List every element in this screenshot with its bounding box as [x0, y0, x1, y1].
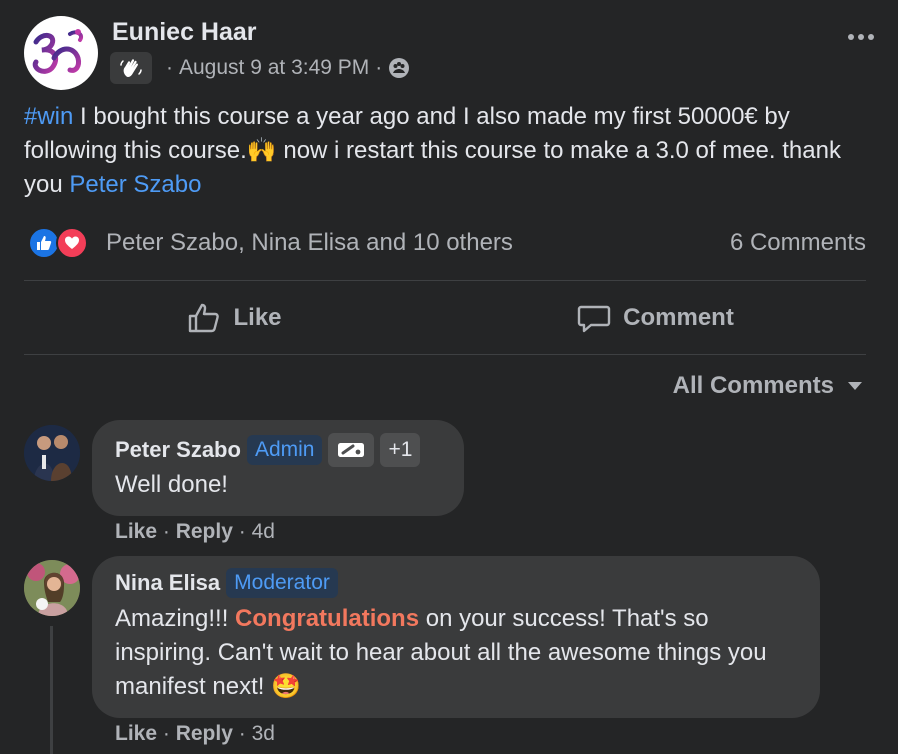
comment-author[interactable]: Nina Elisa	[115, 570, 220, 596]
commenter-avatar[interactable]	[24, 425, 80, 481]
comment-author[interactable]: Peter Szabo	[115, 437, 241, 463]
avatar-photo-icon	[24, 560, 80, 616]
wave-hand-icon[interactable]	[110, 52, 152, 84]
comment-icon	[577, 305, 611, 333]
love-icon	[56, 227, 88, 259]
divider	[24, 354, 866, 355]
comment-age[interactable]: 4d	[252, 520, 275, 543]
post-timestamp[interactable]: August 9 at 3:49 PM	[179, 56, 369, 80]
comment-text: Amazing!!! Congratulations on your succe…	[115, 602, 795, 704]
reactors-text[interactable]: Peter Szabo, Nina Elisa and 10 others	[106, 229, 513, 257]
moderator-badge: Moderator	[226, 568, 338, 598]
extra-badges-count[interactable]: +1	[380, 433, 421, 467]
admin-badge: Admin	[246, 435, 323, 465]
more-options-icon[interactable]	[848, 34, 874, 40]
commenter-avatar[interactable]	[24, 560, 80, 616]
comment-reply-button[interactable]: Reply	[176, 520, 233, 543]
avatar-photo-icon	[24, 425, 80, 481]
highlighted-word: Congratulations	[235, 605, 420, 632]
star-struck-emoji: 🤩	[271, 673, 301, 700]
comment-like-button[interactable]: Like	[115, 520, 157, 543]
post-body: #win I bought this course a year ago and…	[24, 100, 844, 202]
gamepad-badge-icon	[328, 433, 375, 467]
post-meta: · August 9 at 3:49 PM ·	[110, 52, 410, 84]
thumbs-up-icon	[189, 303, 220, 333]
om-symbol-icon	[32, 29, 83, 74]
chevron-down-icon	[848, 382, 862, 390]
post-actions: Like Comment	[24, 282, 866, 354]
author-avatar[interactable]	[24, 16, 98, 90]
reaction-icons[interactable]	[24, 225, 94, 261]
comment-actions: Like · Reply · 4d	[115, 520, 275, 543]
divider	[24, 280, 866, 281]
like-button[interactable]: Like	[24, 282, 445, 354]
reactions-summary: Peter Szabo, Nina Elisa and 10 others 6 …	[24, 225, 866, 261]
comment-actions: Like · Reply · 3d	[115, 722, 275, 745]
mention-link[interactable]: Peter Szabo	[69, 171, 201, 198]
comment-like-button[interactable]: Like	[115, 722, 157, 745]
meta-separator: ·	[375, 56, 383, 79]
comments-filter-label: All Comments	[672, 372, 834, 399]
comment-text: Well done!	[115, 471, 228, 498]
comments-filter-dropdown[interactable]: All Comments	[673, 372, 862, 400]
comment-button[interactable]: Comment	[445, 282, 866, 354]
comment-reply-button[interactable]: Reply	[176, 722, 233, 745]
group-icon	[388, 57, 410, 79]
meta-separator: ·	[166, 56, 173, 79]
comment-button-label: Comment	[623, 304, 734, 331]
comment-age[interactable]: 3d	[252, 722, 275, 745]
post-header: Euniec Haar · August 9 at 3:49 PM ·	[24, 16, 874, 90]
comment-count[interactable]: 6 Comments	[730, 229, 866, 257]
raising-hands-emoji: 🙌	[246, 137, 277, 164]
post-author-name[interactable]: Euniec Haar	[112, 18, 257, 47]
like-button-label: Like	[233, 304, 282, 331]
comment-text-part: Amazing!!!	[115, 605, 236, 632]
thread-line	[50, 626, 53, 754]
comment-bubble: Nina Elisa Moderator Amazing!!! Congratu…	[92, 556, 820, 718]
comment-bubble: Peter Szabo Admin +1 Well done!	[92, 420, 464, 516]
hashtag-link[interactable]: #win	[24, 103, 73, 130]
